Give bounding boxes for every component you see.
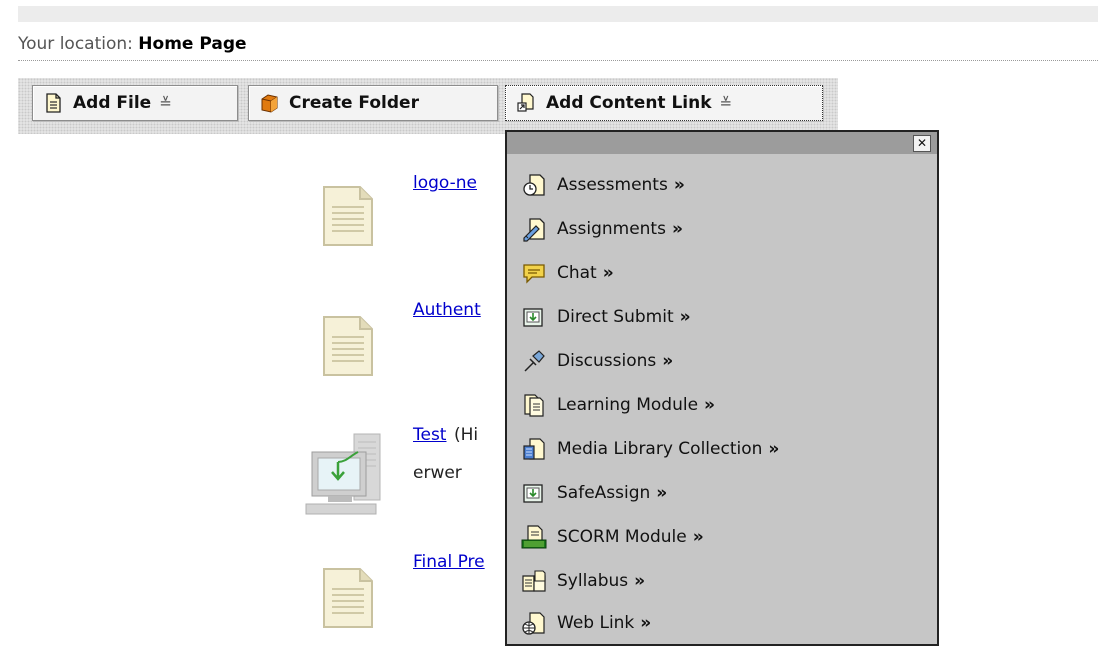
menu-item-web-link[interactable]: Web Link » <box>521 608 651 638</box>
menu-item-discussions[interactable]: Discussions » <box>521 346 673 376</box>
media-library-icon <box>521 436 547 462</box>
menu-item-assessments[interactable]: Assessments » <box>521 170 685 200</box>
add-file-button[interactable]: Add File ≚ <box>32 85 238 121</box>
arrow-icon: » <box>692 527 704 547</box>
assignment-icon <box>521 216 547 242</box>
divider <box>18 60 1098 61</box>
arrow-icon: » <box>673 175 685 195</box>
menu-item-assignments[interactable]: Assignments » <box>521 214 683 244</box>
menu-item-label: Assessments <box>557 175 668 195</box>
arrow-icon: » <box>634 571 646 591</box>
scorm-icon <box>521 524 547 550</box>
document-icon <box>323 186 373 246</box>
menu-item-media-library[interactable]: Media Library Collection » <box>521 434 779 464</box>
arrow-icon: » <box>656 483 668 503</box>
arrow-icon: » <box>662 351 674 371</box>
location-prefix: Your location: <box>18 34 133 54</box>
document-icon <box>323 316 373 376</box>
arrow-icon: » <box>602 263 614 283</box>
action-toolbar: Add File ≚ Create Folder Add Content Lin… <box>18 78 838 134</box>
add-file-label: Add File <box>73 93 152 113</box>
list-item-icon <box>304 432 384 520</box>
top-bar <box>18 6 1098 22</box>
menu-item-scorm-module[interactable]: SCORM Module » <box>521 522 704 552</box>
content-item-link[interactable]: logo-ne <box>413 173 477 193</box>
safeassign-icon <box>521 480 547 506</box>
menu-item-label: Chat <box>557 263 597 283</box>
syllabus-icon <box>521 568 547 594</box>
content-item-note: (Hi <box>454 425 479 445</box>
dropdown-caret-icon: ≚ <box>719 94 733 112</box>
menu-item-label: Discussions <box>557 351 657 371</box>
dropdown-caret-icon: ≚ <box>159 94 172 112</box>
arrow-icon: » <box>679 307 691 327</box>
menu-item-label: Direct Submit <box>557 307 674 327</box>
menu-item-label: SafeAssign <box>557 483 651 503</box>
assessment-icon <box>521 172 547 198</box>
computer-icon <box>305 433 381 515</box>
content-item-link[interactable]: Final Pre <box>413 552 485 572</box>
list-item-icon <box>322 313 374 381</box>
menu-item-label: Web Link <box>557 613 635 633</box>
direct-submit-icon <box>521 304 547 330</box>
arrow-icon: » <box>768 439 780 459</box>
list-item-icon <box>322 183 374 251</box>
menu-item-label: Media Library Collection <box>557 439 763 459</box>
breadcrumb: Your location: Home Page <box>18 34 247 54</box>
menu-item-chat[interactable]: Chat » <box>521 258 614 288</box>
discussions-icon <box>521 348 547 374</box>
create-folder-label: Create Folder <box>289 93 419 113</box>
menu-item-label: Assignments <box>557 219 666 239</box>
content-item-link[interactable]: Test <box>413 425 446 445</box>
add-content-link-label: Add Content Link <box>546 93 712 113</box>
menu-item-label: Syllabus <box>557 571 629 591</box>
close-icon[interactable]: ✕ <box>913 135 931 152</box>
add-content-link-button[interactable]: Add Content Link ≚ <box>505 85 823 121</box>
location-current: Home Page <box>138 34 247 54</box>
menu-item-syllabus[interactable]: Syllabus » <box>521 566 645 596</box>
content-item-link[interactable]: Authent <box>413 300 481 320</box>
arrow-icon: » <box>640 613 652 633</box>
menu-item-label: SCORM Module <box>557 527 687 547</box>
menu-item-direct-submit[interactable]: Direct Submit » <box>521 302 691 332</box>
document-icon <box>43 93 63 113</box>
learning-module-icon <box>521 392 547 418</box>
menu-item-learning-module[interactable]: Learning Module » <box>521 390 715 420</box>
folder-icon <box>259 93 279 113</box>
chat-icon <box>521 260 547 286</box>
arrow-icon: » <box>671 219 683 239</box>
arrow-icon: » <box>704 395 716 415</box>
content-item-description: erwer <box>413 463 462 483</box>
document-icon <box>323 568 373 628</box>
menu-header: ✕ <box>507 132 937 154</box>
content-link-icon <box>516 93 536 113</box>
menu-item-safeassign[interactable]: SafeAssign » <box>521 478 667 508</box>
list-item-icon <box>322 565 374 633</box>
add-content-link-menu: ✕ Assessments » Assignments » Chat » Dir… <box>505 130 939 646</box>
create-folder-button[interactable]: Create Folder <box>248 85 498 121</box>
menu-item-label: Learning Module <box>557 395 699 415</box>
web-link-icon <box>521 610 547 636</box>
